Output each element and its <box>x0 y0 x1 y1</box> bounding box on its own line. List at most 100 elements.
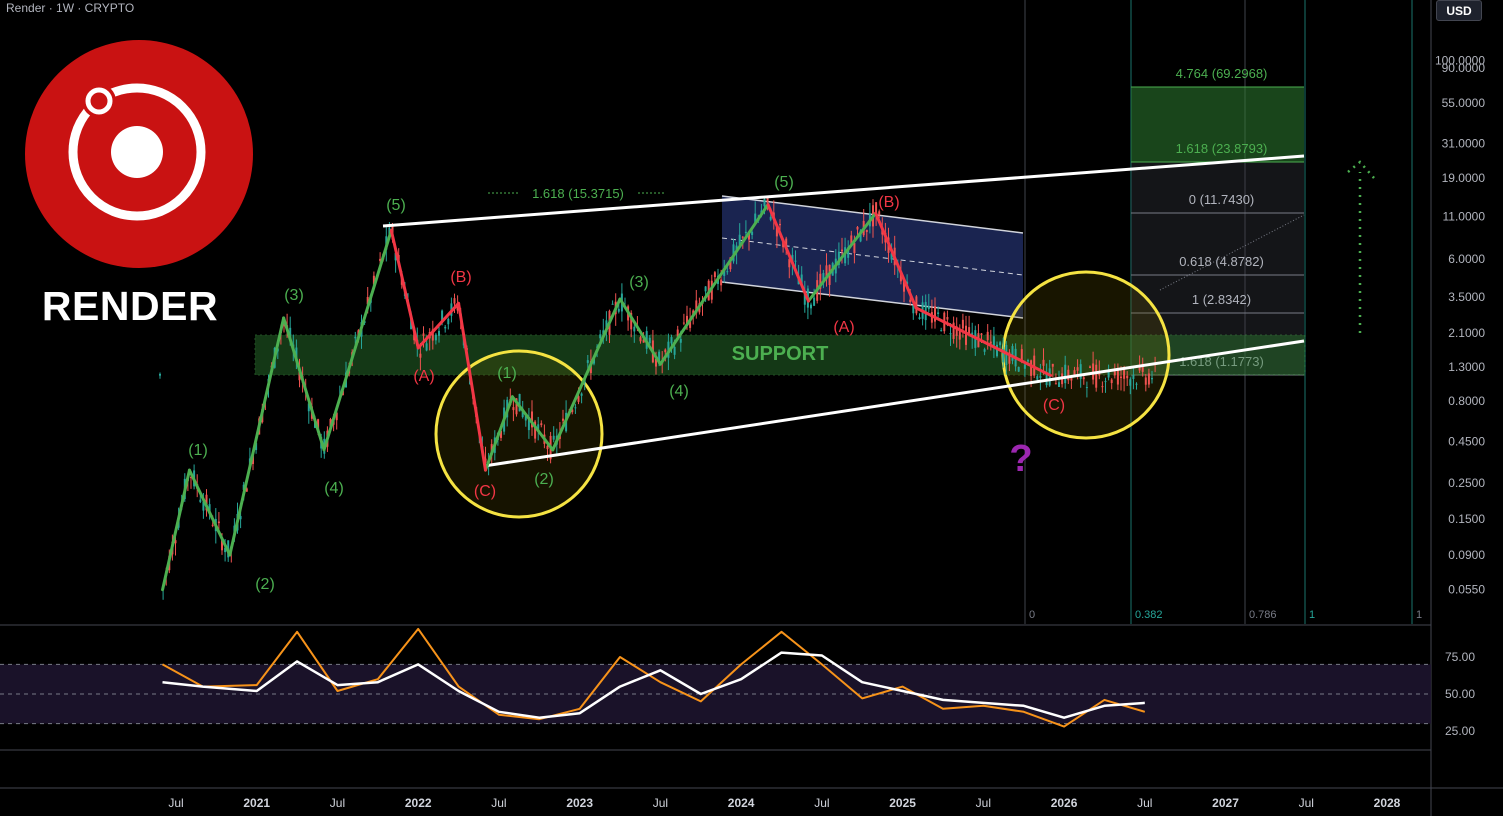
candle-body <box>763 198 766 207</box>
candle-body <box>713 272 716 278</box>
candle-body <box>1027 360 1029 362</box>
candle-body <box>965 325 967 345</box>
question-mark: ? <box>1009 438 1032 480</box>
time-axis-label: 2028 <box>1374 796 1401 810</box>
candle-body <box>1054 383 1057 385</box>
wave-label: (C) <box>1043 397 1065 414</box>
candle-body <box>1064 364 1067 384</box>
candle-body <box>611 303 614 305</box>
fib-level-label: 4.764 (69.2968) <box>1176 66 1268 81</box>
candle-body <box>562 418 564 421</box>
candle-body <box>217 521 220 524</box>
time-axis-label: 2023 <box>566 796 593 810</box>
time-axis-label: 2025 <box>889 796 916 810</box>
time-axis-label: Jul <box>168 796 183 810</box>
candle-body <box>865 229 868 233</box>
candle-body <box>1082 377 1085 380</box>
rsi-axis-label: 25.00 <box>1445 724 1475 738</box>
candle-body <box>1095 364 1098 388</box>
support-label: SUPPORT <box>732 343 829 365</box>
candle-body <box>992 336 995 346</box>
candle-body <box>1036 376 1039 380</box>
candle-body <box>841 249 843 252</box>
candle-body <box>422 333 425 336</box>
candle-body <box>1058 382 1060 387</box>
candle-body <box>751 231 754 235</box>
candle-body <box>983 349 986 352</box>
candle-body <box>853 243 856 254</box>
candle-body <box>199 499 202 502</box>
candle-body <box>1079 364 1082 379</box>
candle-body <box>744 231 747 233</box>
candle-body <box>1126 375 1129 379</box>
candle-body <box>664 349 667 353</box>
candle-body <box>1151 378 1153 380</box>
candle-body <box>580 393 583 396</box>
fib-extension-label: 1.618 (15.3715) <box>532 186 624 201</box>
fib-level-label: 0 (11.7430) <box>1189 192 1255 207</box>
candle-body <box>512 407 515 411</box>
candle-body <box>937 312 940 315</box>
price-axis-label: 0.2500 <box>1448 476 1485 490</box>
time-axis-label: Jul <box>976 796 991 810</box>
time-axis-label: 2022 <box>405 796 432 810</box>
chart-root: 100.0000 90.0000 55.0000 31.0000 19.0000 11.0… <box>0 0 1503 816</box>
wave-label: (5) <box>386 197 406 214</box>
wave-label: (3) <box>284 287 304 304</box>
ticker-label: RENDER <box>41 283 219 329</box>
candle-body <box>856 226 859 230</box>
wave-label: (1) <box>497 365 517 382</box>
candle-body <box>419 353 422 358</box>
wave-label: (C) <box>474 483 496 500</box>
candle-body <box>794 260 797 262</box>
wave-label: (B) <box>878 194 899 211</box>
candle-body <box>617 308 620 312</box>
candle-body <box>1011 346 1014 361</box>
candle-body <box>354 336 357 339</box>
candle-body <box>1051 363 1054 367</box>
candle-body <box>444 326 447 329</box>
symbol-label: Render · 1W · CRYPTO <box>6 1 135 15</box>
candle-body <box>633 326 636 332</box>
candle-body <box>1017 366 1020 372</box>
candle-body <box>159 373 161 376</box>
rsi-axis-label: 50.00 <box>1445 687 1475 701</box>
price-axis-label: 11.0000 <box>1443 209 1486 223</box>
candle-body <box>670 337 673 344</box>
render-logo <box>25 40 253 268</box>
fib-time-label: 0.786 <box>1249 609 1277 621</box>
candle-body <box>425 343 428 351</box>
candle-body <box>927 306 930 310</box>
candle-body <box>980 333 983 335</box>
wave-label: (1) <box>188 442 208 459</box>
time-axis-label: Jul <box>1299 796 1314 810</box>
candle-body <box>813 297 816 306</box>
rsi-axis-label: 75.00 <box>1445 650 1475 664</box>
candle-body <box>704 286 707 292</box>
candle-body <box>909 299 912 303</box>
time-axis-label: 2026 <box>1051 796 1078 810</box>
candle-body <box>1076 367 1079 371</box>
candle-body <box>779 223 781 226</box>
fib-level-label: 1.618 (23.8793) <box>1176 141 1268 156</box>
candle-body <box>574 407 577 409</box>
wave-label: (A) <box>413 368 434 385</box>
candle-body <box>540 423 543 426</box>
currency-button[interactable]: USD <box>1436 0 1482 21</box>
candle-body <box>1101 386 1104 388</box>
candle-body <box>810 304 812 309</box>
candle-body <box>211 524 214 526</box>
wave-label: (4) <box>669 383 689 400</box>
candle-body <box>1129 379 1132 386</box>
candle-body <box>447 318 450 325</box>
time-axis-label: Jul <box>491 796 506 810</box>
candle-body <box>1135 383 1138 385</box>
price-axis-label: 31.0000 <box>1442 136 1486 150</box>
candle-body <box>1092 363 1095 380</box>
candle-body <box>1020 349 1023 361</box>
candle-body <box>1104 381 1107 383</box>
candle-body <box>673 346 676 355</box>
candle-body <box>1089 366 1091 368</box>
wave-label: (A) <box>833 319 854 336</box>
wave-label: (2) <box>255 576 275 593</box>
